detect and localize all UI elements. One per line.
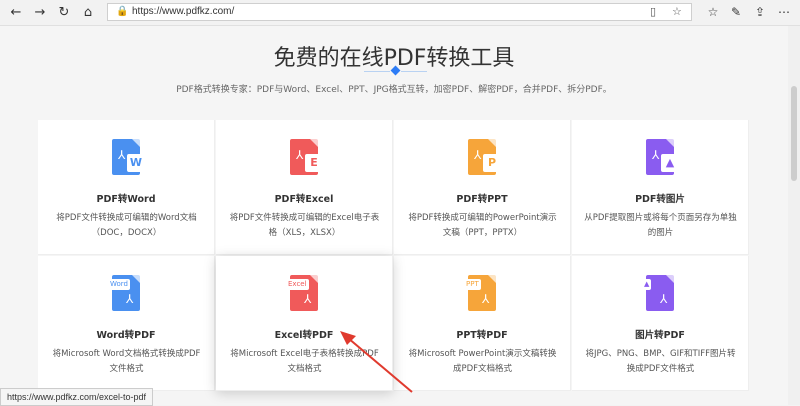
status-bar-url: https://www.pdfkz.com/excel-to-pdf xyxy=(0,388,154,406)
annotation-arrow xyxy=(340,331,413,393)
